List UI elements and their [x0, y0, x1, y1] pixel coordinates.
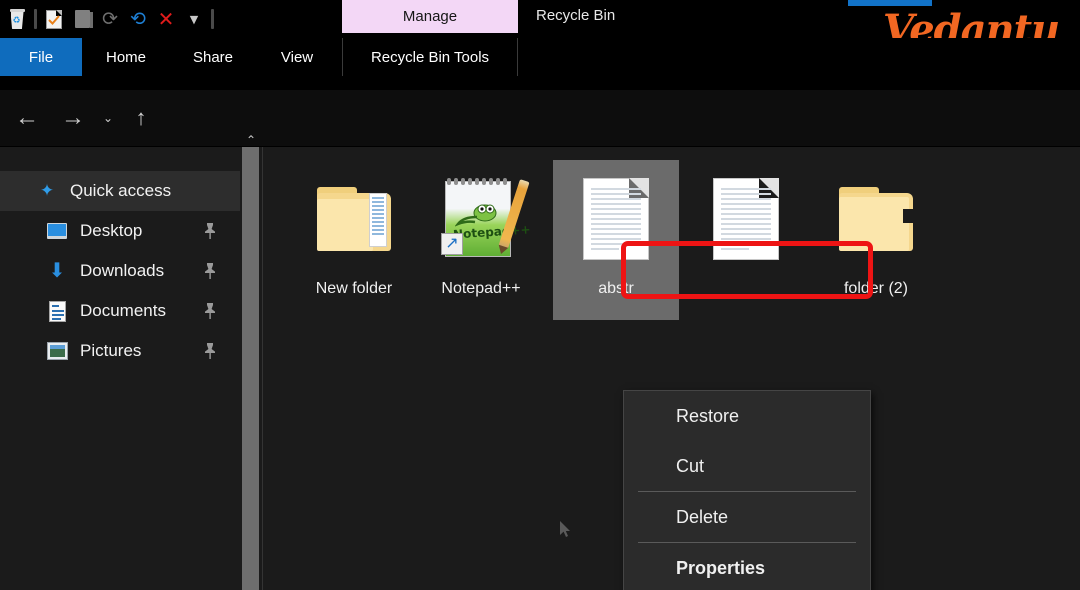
- notepad-plus-plus-shortcut-icon: Notepad++ ↗: [418, 160, 544, 278]
- tab-share[interactable]: Share: [178, 38, 248, 76]
- sidebar-item-documents[interactable]: Documents: [0, 291, 240, 331]
- cursor-icon: [560, 521, 572, 537]
- tab-home[interactable]: Home: [90, 38, 162, 76]
- list-item-label: abstr: [553, 278, 679, 299]
- pin-icon[interactable]: [202, 222, 218, 240]
- back-button[interactable]: ←: [10, 104, 44, 132]
- toolbar-separator-2: [209, 6, 216, 32]
- scroll-up-icon[interactable]: ⌃: [240, 132, 262, 148]
- context-menu[interactable]: Restore Cut Delete Properties: [623, 390, 871, 590]
- chevron-down-icon: ⌄: [103, 111, 113, 125]
- ribbon-body: [0, 76, 1080, 90]
- list-item-label: New folder: [291, 278, 417, 299]
- sidebar-item-label: Pictures: [80, 341, 141, 361]
- pin-icon[interactable]: [202, 262, 218, 280]
- navigation-pane-scrollbar[interactable]: ⌃: [240, 147, 262, 590]
- undo-icon[interactable]: ⟲: [125, 5, 151, 33]
- shortcut-overlay-icon: ↗: [441, 233, 463, 255]
- tab-view[interactable]: View: [264, 38, 330, 76]
- tab-recycle-bin-tools[interactable]: Recycle Bin Tools: [342, 38, 518, 76]
- pin-icon[interactable]: [202, 302, 218, 320]
- tab-recycle-bin-tools-label: Recycle Bin Tools: [371, 49, 489, 66]
- contextual-tab-header[interactable]: Manage: [342, 0, 518, 33]
- list-item[interactable]: abstr: [553, 160, 679, 320]
- star-icon: ✦: [34, 179, 60, 203]
- up-arrow-icon: ↑: [136, 105, 147, 131]
- navigation-bar: ← → ⌄ ↑ ♻ › Recycle Bin: [0, 90, 1080, 146]
- menu-item-label: Properties: [676, 558, 765, 579]
- redo-icon[interactable]: ⟳: [97, 5, 123, 33]
- recycle-bin-icon[interactable]: ♻: [4, 5, 30, 33]
- tab-file[interactable]: File: [0, 38, 82, 76]
- scrollbar-thumb[interactable]: [242, 147, 259, 590]
- sidebar-item-label: Quick access: [70, 181, 171, 201]
- list-item[interactable]: New folder: [291, 160, 417, 320]
- checkmark-glyph: [48, 15, 60, 25]
- sidebar-item-label: Downloads: [80, 261, 164, 281]
- sidebar-item-desktop[interactable]: Desktop: [0, 211, 240, 251]
- sidebar-item-quick-access[interactable]: ✦ Quick access: [0, 171, 240, 211]
- empty-recycle-bin-icon[interactable]: [69, 5, 95, 33]
- menu-item-restore[interactable]: Restore: [624, 391, 870, 441]
- content-area: ✦ Quick access Desktop ⬇ Downloads: [0, 147, 1080, 590]
- tab-home-label: Home: [106, 49, 146, 66]
- sidebar-item-pictures[interactable]: Pictures: [0, 331, 240, 371]
- ribbon-tabstrip: File Home Share View Recycle Bin Tools: [0, 38, 1080, 76]
- folder-icon: [291, 160, 417, 278]
- menu-item-properties[interactable]: Properties: [624, 543, 870, 590]
- folder-icon: [813, 160, 939, 278]
- menu-item-delete[interactable]: Delete: [624, 492, 870, 542]
- documents-icon: [44, 299, 70, 323]
- menu-item-label: Cut: [676, 456, 704, 477]
- document-icon: [553, 160, 679, 278]
- file-explorer-window: ♻ ⟳ ⟲ ✕ ▼: [0, 0, 1080, 590]
- desktop-icon: [44, 219, 70, 243]
- pictures-icon: [44, 339, 70, 363]
- toolbar-separator: [32, 6, 39, 32]
- quick-access-toolbar: ♻ ⟳ ⟲ ✕ ▼: [4, 4, 216, 34]
- list-item[interactable]: [683, 160, 809, 320]
- forward-arrow-icon: →: [61, 104, 85, 132]
- pin-icon[interactable]: [202, 342, 218, 360]
- menu-item-label: Restore: [676, 406, 739, 427]
- recent-locations-button[interactable]: ⌄: [96, 104, 120, 132]
- back-arrow-icon: ←: [15, 104, 39, 132]
- menu-item-label: Delete: [676, 507, 728, 528]
- list-item[interactable]: Notepad++ ↗ Notepad++: [418, 160, 544, 320]
- sidebar-item-label: Documents: [80, 301, 166, 321]
- up-button[interactable]: ↑: [126, 104, 156, 132]
- navigation-pane: ✦ Quick access Desktop ⬇ Downloads: [0, 147, 240, 590]
- download-icon: ⬇: [44, 259, 70, 283]
- title-bar: ♻ ⟳ ⟲ ✕ ▼: [0, 0, 1080, 38]
- tab-file-label: File: [29, 49, 53, 66]
- list-item[interactable]: folder (2): [813, 160, 939, 320]
- tab-share-label: Share: [193, 49, 233, 66]
- window-title: Recycle Bin: [536, 7, 615, 24]
- list-item-label: folder (2): [813, 278, 939, 299]
- contextual-tab-header-label: Manage: [403, 8, 457, 25]
- delete-icon[interactable]: ✕: [153, 5, 179, 33]
- sidebar-item-label: Desktop: [80, 221, 142, 241]
- list-item-label: Notepad++: [418, 278, 544, 299]
- customize-icon[interactable]: ▼: [181, 5, 207, 33]
- properties-icon[interactable]: [41, 5, 67, 33]
- forward-button[interactable]: →: [56, 104, 90, 132]
- sidebar-item-downloads[interactable]: ⬇ Downloads: [0, 251, 240, 291]
- menu-item-cut[interactable]: Cut: [624, 441, 870, 491]
- tab-view-label: View: [281, 49, 313, 66]
- document-icon: [683, 160, 809, 278]
